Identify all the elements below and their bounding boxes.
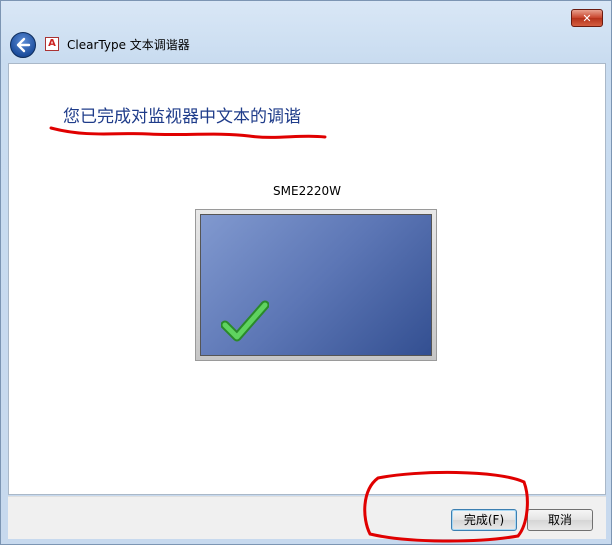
monitor-screen xyxy=(200,214,432,356)
monitor-name: SME2220W xyxy=(273,184,341,198)
monitor-illustration xyxy=(195,209,437,361)
wizard-footer: 完成(F) 取消 xyxy=(8,496,606,539)
cleartype-app-icon: A xyxy=(45,37,59,51)
window-title: ClearType 文本调谐器 xyxy=(67,38,190,52)
back-arrow-icon xyxy=(16,37,31,53)
back-button[interactable] xyxy=(10,32,36,58)
close-icon: ✕ xyxy=(582,12,592,25)
finish-button[interactable]: 完成(F) xyxy=(451,509,517,531)
cancel-button[interactable]: 取消 xyxy=(527,509,593,531)
cleartype-tuner-window: ✕ A ClearType 文本调谐器 您已完成对监视器中文本的调谐 SME22… xyxy=(0,0,612,545)
annotation-underline xyxy=(49,126,327,139)
close-button[interactable]: ✕ xyxy=(571,9,603,27)
wizard-content: 您已完成对监视器中文本的调谐 SME2220W xyxy=(8,63,606,495)
checkmark-icon xyxy=(221,300,269,342)
